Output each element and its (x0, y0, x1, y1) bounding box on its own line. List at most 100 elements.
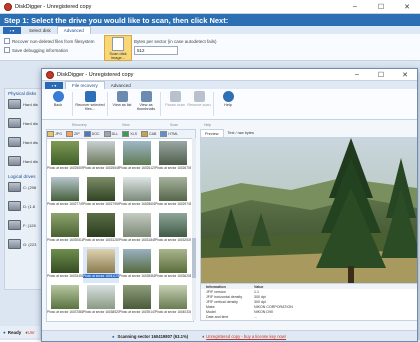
app-menu-button[interactable]: ▪ ▾ (45, 82, 63, 89)
view-as-list-button[interactable]: View as list (110, 89, 134, 119)
thumbnail-item[interactable]: Photo at sector 160403342 (155, 283, 191, 319)
drive-item[interactable]: D: (1.8 (8, 200, 41, 212)
thumbnail-item[interactable]: Photo at sector 160378811 (47, 283, 83, 319)
info-key: Information (206, 284, 226, 289)
filter-zip[interactable]: ZIP (66, 131, 80, 137)
bytes-per-sector-input[interactable]: 512 (134, 46, 178, 55)
drive-label: Hard dis (23, 101, 38, 107)
thumbnail-caption: Photo at sector 160255094 (47, 166, 83, 170)
drive-item[interactable]: F: (128 (8, 219, 41, 231)
back-button[interactable]: Back (46, 89, 70, 119)
thumbnail-item[interactable]: Photo at sector 160362084 (155, 247, 191, 283)
thumbnail-item-selected[interactable]: Photo at sector 160411750 (83, 247, 119, 283)
filter-xls[interactable]: XLS (122, 131, 137, 137)
drive-item[interactable]: C: (298 (8, 181, 41, 193)
tab-advanced[interactable]: Advanced (56, 26, 91, 34)
thumbnail-row: Photo at sector 160334519 Photo at secto… (47, 247, 193, 283)
info-key: Model (206, 309, 216, 314)
close-button[interactable]: ✕ (394, 0, 420, 13)
filter-dll[interactable]: DLL (103, 131, 118, 137)
minimize-button[interactable]: – (342, 0, 368, 13)
save-debug-checkbox[interactable]: Save debugging information (4, 47, 68, 53)
recover-nondeleted-checkbox[interactable]: Recover non-deleted files from filesyste… (4, 38, 95, 44)
drive-item[interactable]: Hard dis (8, 117, 41, 129)
ribbon-label: View as list (112, 103, 132, 107)
info-key: JFIF vertical density (206, 299, 238, 304)
thumbnail-item[interactable]: Photo at sector 160261278 (119, 139, 155, 175)
group-label-recovery: Recovery (72, 123, 87, 127)
tab-preview[interactable]: Preview (200, 129, 224, 137)
group-label-scan: Scan (170, 123, 178, 127)
filter-jpg[interactable]: JPG (47, 131, 62, 137)
thumbnail-item[interactable]: Photo at sector 160297451 (155, 175, 191, 211)
thumbnail-item[interactable]: Photo at sector 160267058 (155, 139, 191, 175)
maximize-button[interactable]: ☐ (368, 0, 394, 13)
filter-cab[interactable]: CAB (140, 131, 156, 137)
drive-item[interactable]: Hard dis (8, 98, 41, 110)
thumbnail-caption: Photo at sector 160318452 (119, 238, 155, 242)
drive-item[interactable]: G: (223 (8, 238, 41, 250)
photo-thumbnail (51, 249, 79, 273)
thumbnail-item[interactable]: Photo at sector 160318452 (119, 211, 155, 247)
recover-selected-button[interactable]: Recover selected files... (75, 89, 105, 119)
zip-icon (66, 131, 73, 137)
thumbnail-item[interactable]: Photo at sector 160355617 (119, 247, 155, 283)
scrollbar-thumb[interactable] (192, 238, 196, 278)
photo-thumbnail (51, 213, 79, 237)
thumbnail-item[interactable]: Photo at sector 160334519 (47, 247, 83, 283)
thumbnail-item[interactable]: Photo at sector 160312876 (83, 211, 119, 247)
thumbnail-scrollbar[interactable] (192, 138, 196, 320)
thumbnail-caption: Photo at sector 160334519 (47, 274, 83, 278)
thumbnail-item[interactable]: Photo at sector 160391476 (119, 283, 155, 319)
maximize-button[interactable]: ☐ (369, 69, 393, 80)
photo-thumbnail (87, 285, 115, 309)
help-button[interactable]: Help (216, 89, 240, 119)
filter-doc[interactable]: DOC (83, 131, 100, 137)
thumbnail-item[interactable]: Photo at sector 160385201 (83, 283, 119, 319)
drive-item[interactable]: Hard dis (8, 136, 41, 148)
ribbon-separator (72, 92, 73, 116)
scan-disk-image-button[interactable]: Scan disk image... (104, 35, 132, 61)
drive-list-panel: Physical disks Hard dis Hard dis Hard di… (4, 88, 42, 290)
drive-item[interactable]: Hard dis (8, 155, 41, 167)
back-ribbon: Recover non-deleted files from filesyste… (0, 34, 420, 61)
photo-info-table: Information Value JFIF version 1.1 JFIF h… (200, 283, 417, 321)
tab-file-recovery[interactable]: File recovery (65, 81, 105, 89)
tab-select-disk[interactable]: Select disk (23, 27, 57, 34)
thumbnail-item[interactable]: Photo at sector 160325390 (155, 211, 191, 247)
tab-raw-bytes[interactable]: Text / raw bytes (224, 129, 258, 136)
app-menu-button[interactable]: ▪ ▾ (3, 27, 21, 34)
back-window-title: DiskDigger - Unregistered copy (15, 3, 92, 10)
filter-label: ZIP (74, 132, 80, 136)
resume-scan-button[interactable]: Resume scan (187, 89, 211, 119)
thumbnail-item[interactable]: Photo at sector 160255094 (47, 139, 83, 175)
thumbnail-item[interactable]: Photo at sector 160277490 (47, 175, 83, 211)
thumbnail-row: Photo at sector 160305111 Photo at secto… (47, 211, 193, 247)
thumbnail-caption: Photo at sector 160305111 (47, 238, 83, 242)
thumbnail-caption: Photo at sector 160385201 (83, 310, 119, 314)
thumbnail-item[interactable]: Photo at sector 160255487 (83, 139, 119, 175)
photo-thumbnail (51, 141, 79, 165)
thumbnail-item[interactable]: Photo at sector 160305111 (47, 211, 83, 247)
drive-label: Hard dis (23, 139, 38, 145)
status-warn: Unr (27, 329, 35, 335)
thumbnail-item[interactable]: Photo at sector 160286012 (119, 175, 155, 211)
thumbnail-grid: Photo at sector 160255094 Photo at secto… (46, 138, 194, 322)
checkbox-box[interactable] (4, 38, 10, 44)
filter-label: HTML (168, 132, 179, 136)
filter-html[interactable]: HTML (160, 131, 178, 137)
pause-scan-button[interactable]: Pause scan (163, 89, 187, 119)
unregistered-link[interactable]: Unregistered copy - buy a license key no… (206, 334, 286, 339)
close-button[interactable]: ✕ (393, 69, 417, 80)
hard-drive-icon (8, 156, 21, 166)
tab-advanced[interactable]: Advanced (105, 82, 137, 89)
minimize-button[interactable]: – (345, 69, 369, 80)
thumbnail-item[interactable]: Photo at sector 160279548 (83, 175, 119, 211)
back-titlebar: DiskDigger - Unregistered copy – ☐ ✕ (0, 0, 420, 14)
thumbnail-caption: Photo at sector 160267058 (155, 166, 191, 170)
dll-icon (103, 131, 111, 137)
scan-progress-icon: ● (112, 334, 115, 339)
view-as-thumbnails-button[interactable]: View as thumbnails (134, 89, 158, 119)
thumbnail-caption: Photo at sector 160325390 (155, 238, 191, 242)
checkbox-box[interactable] (4, 47, 10, 53)
